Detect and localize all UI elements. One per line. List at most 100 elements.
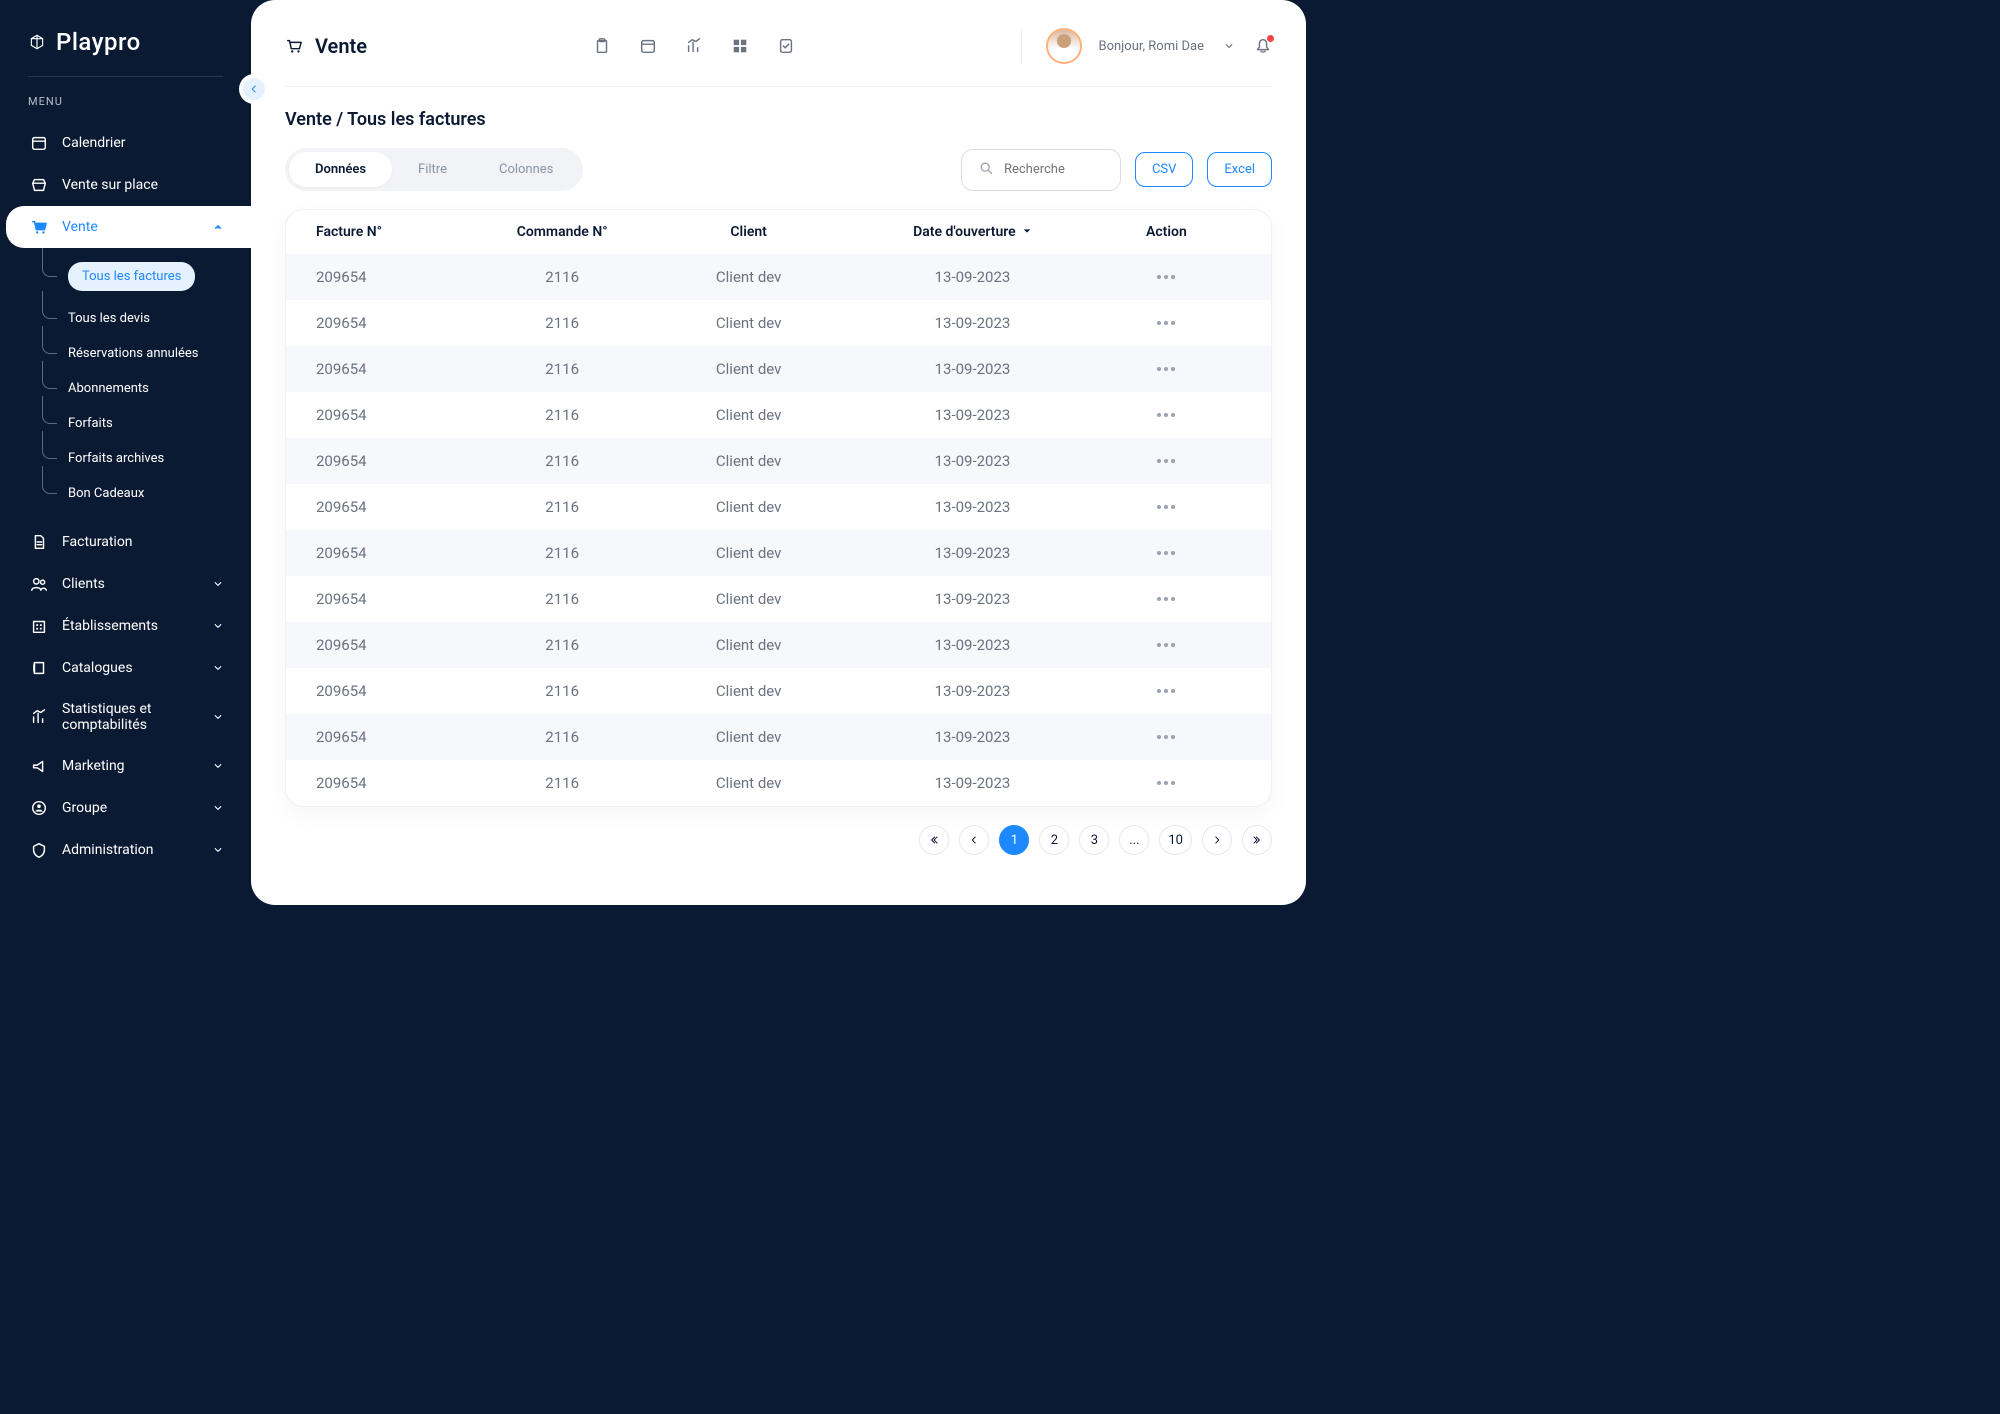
chevron-down-icon (209, 617, 227, 635)
chart-icon (30, 708, 48, 726)
greeting-text: Bonjour, Romi Dae (1098, 39, 1204, 54)
export-csv-button[interactable]: CSV (1135, 152, 1193, 187)
page-2-button[interactable]: 2 (1039, 825, 1069, 855)
subnav-label: Abonnements (68, 381, 149, 396)
avatar[interactable] (1046, 28, 1082, 64)
clipboard-icon[interactable] (593, 37, 611, 55)
table-row[interactable]: 209654 2116 Client dev 13-09-2023 (286, 622, 1271, 668)
tab-donnees[interactable]: Données (289, 152, 392, 187)
col-facture[interactable]: Facture N° (316, 224, 480, 240)
table-row[interactable]: 209654 2116 Client dev 13-09-2023 (286, 530, 1271, 576)
cell-commande: 2116 (480, 498, 644, 516)
subnav-tous-les-devis[interactable]: Tous les devis (42, 301, 251, 336)
sidebar-item-clients[interactable]: Clients (0, 563, 251, 605)
store-icon (30, 176, 48, 194)
cell-action (1092, 781, 1241, 785)
table-row[interactable]: 209654 2116 Client dev 13-09-2023 (286, 760, 1271, 806)
col-commande[interactable]: Commande N° (480, 224, 644, 240)
subnav-bon-cadeaux[interactable]: Bon Cadeaux (42, 476, 251, 511)
row-actions-button[interactable] (1157, 551, 1175, 555)
cell-facture: 209654 (316, 682, 480, 700)
row-actions-button[interactable] (1157, 413, 1175, 417)
tab-filtre[interactable]: Filtre (392, 152, 473, 187)
cell-client: Client dev (644, 452, 853, 470)
sidebar-item-label: Catalogues (62, 660, 195, 676)
subnav-abonnements[interactable]: Abonnements (42, 371, 251, 406)
chevron-down-icon (209, 799, 227, 817)
sidebar-item-groupe[interactable]: Groupe (0, 787, 251, 829)
cell-action (1092, 459, 1241, 463)
nav: Calendrier Vente sur place Vente Tous le… (0, 122, 251, 871)
row-actions-button[interactable] (1157, 321, 1175, 325)
page-1-button[interactable]: 1 (999, 825, 1029, 855)
table-row[interactable]: 209654 2116 Client dev 13-09-2023 (286, 484, 1271, 530)
sidebar-item-calendrier[interactable]: Calendrier (0, 122, 251, 164)
row-actions-button[interactable] (1157, 505, 1175, 509)
table-row[interactable]: 209654 2116 Client dev 13-09-2023 (286, 392, 1271, 438)
notifications-icon[interactable] (1254, 37, 1272, 55)
table-row[interactable]: 209654 2116 Client dev 13-09-2023 (286, 668, 1271, 714)
subnav-tous-les-factures[interactable]: Tous les factures (42, 252, 251, 301)
chevron-down-icon[interactable] (1220, 37, 1238, 55)
sidebar-item-administration[interactable]: Administration (0, 829, 251, 871)
table-row[interactable]: 209654 2116 Client dev 13-09-2023 (286, 346, 1271, 392)
row-actions-button[interactable] (1157, 643, 1175, 647)
table-row[interactable]: 209654 2116 Client dev 13-09-2023 (286, 576, 1271, 622)
row-actions-button[interactable] (1157, 459, 1175, 463)
sort-desc-icon (1022, 224, 1032, 240)
sidebar-item-facturation[interactable]: Facturation (0, 521, 251, 563)
page-last-button[interactable] (1242, 825, 1272, 855)
cell-date: 13-09-2023 (853, 590, 1092, 608)
chart-icon[interactable] (685, 37, 703, 55)
brand: Playpro (0, 0, 251, 76)
table-row[interactable]: 209654 2116 Client dev 13-09-2023 (286, 300, 1271, 346)
table-row[interactable]: 209654 2116 Client dev 13-09-2023 (286, 254, 1271, 300)
subnav-reservations-annulees[interactable]: Réservations annulées (42, 336, 251, 371)
search-box[interactable] (961, 149, 1121, 191)
search-icon (978, 160, 994, 180)
logo-icon (28, 33, 46, 51)
row-actions-button[interactable] (1157, 689, 1175, 693)
page-prev-button[interactable] (959, 825, 989, 855)
cart-icon (30, 218, 48, 236)
subnav-forfaits-archives[interactable]: Forfaits archives (42, 441, 251, 476)
col-client[interactable]: Client (644, 224, 853, 240)
cell-commande: 2116 (480, 406, 644, 424)
cell-commande: 2116 (480, 728, 644, 746)
page-3-button[interactable]: 3 (1079, 825, 1109, 855)
page-10-button[interactable]: 10 (1159, 825, 1192, 855)
cell-date: 13-09-2023 (853, 268, 1092, 286)
sidebar-item-vente[interactable]: Vente (6, 206, 251, 248)
sidebar-item-etablissements[interactable]: Établissements (0, 605, 251, 647)
page-first-button[interactable] (919, 825, 949, 855)
cell-client: Client dev (644, 314, 853, 332)
note-check-icon[interactable] (777, 37, 795, 55)
sidebar-item-label: Groupe (62, 800, 195, 816)
cell-facture: 209654 (316, 452, 480, 470)
row-actions-button[interactable] (1157, 597, 1175, 601)
sidebar-item-vente-sur-place[interactable]: Vente sur place (0, 164, 251, 206)
sidebar-item-catalogues[interactable]: Catalogues (0, 647, 251, 689)
row-actions-button[interactable] (1157, 275, 1175, 279)
search-input[interactable] (1004, 162, 1104, 177)
row-actions-button[interactable] (1157, 781, 1175, 785)
col-date[interactable]: Date d'ouverture (853, 224, 1092, 240)
cell-action (1092, 551, 1241, 555)
page-next-button[interactable] (1202, 825, 1232, 855)
subnav-forfaits[interactable]: Forfaits (42, 406, 251, 441)
tab-colonnes[interactable]: Colonnes (473, 152, 579, 187)
sidebar-collapse-button[interactable] (243, 78, 265, 100)
row-actions-button[interactable] (1157, 735, 1175, 739)
row-actions-button[interactable] (1157, 367, 1175, 371)
calendar-icon[interactable] (639, 37, 657, 55)
cell-client: Client dev (644, 682, 853, 700)
grid-icon[interactable] (731, 37, 749, 55)
table-row[interactable]: 209654 2116 Client dev 13-09-2023 (286, 714, 1271, 760)
sidebar-item-statistiques[interactable]: Statistiques et comptabilités (0, 689, 251, 745)
export-excel-button[interactable]: Excel (1207, 152, 1272, 187)
cell-commande: 2116 (480, 268, 644, 286)
megaphone-icon (30, 757, 48, 775)
table-row[interactable]: 209654 2116 Client dev 13-09-2023 (286, 438, 1271, 484)
sidebar-item-marketing[interactable]: Marketing (0, 745, 251, 787)
cell-commande: 2116 (480, 314, 644, 332)
